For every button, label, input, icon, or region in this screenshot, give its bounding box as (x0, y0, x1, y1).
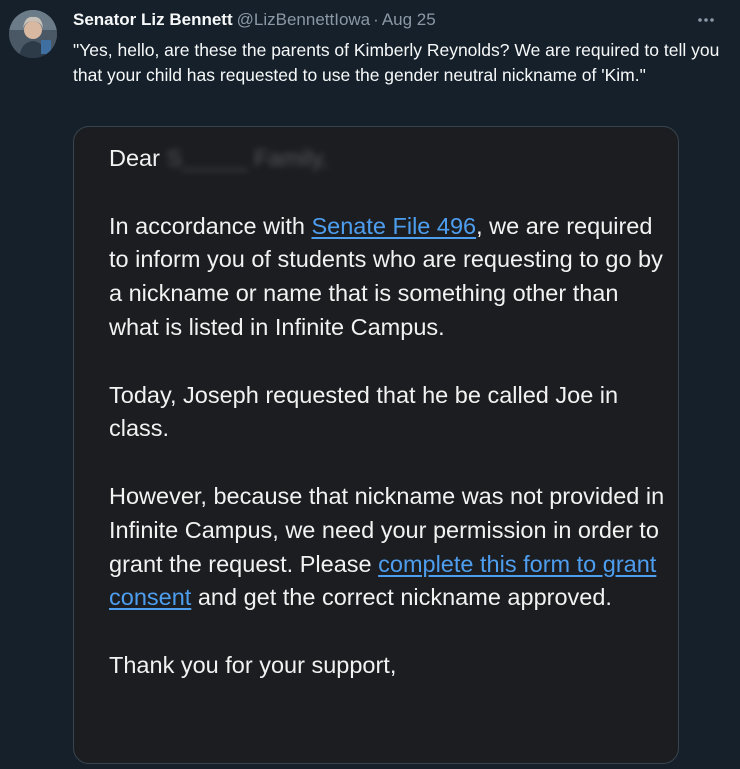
letter-body: Dear S_____ Family, In accordance with S… (109, 142, 669, 717)
more-horizontal-icon[interactable] (694, 8, 718, 32)
tweet-text: "Yes, hello, are these the parents of Ki… (73, 40, 720, 85)
timestamp[interactable]: Aug 25 (382, 10, 436, 29)
letter-paragraph-1: In accordance with Senate File 496, we a… (109, 210, 669, 345)
p1-text-before: In accordance with (109, 212, 312, 239)
separator-dot: · (373, 10, 379, 29)
avatar[interactable] (9, 10, 57, 58)
letter-paragraph-2: Today, Joseph requested that he be calle… (109, 381, 619, 442)
salutation-prefix: Dear (109, 145, 160, 171)
p3-text-after: and get the correct nickname approved. (191, 584, 612, 611)
user-handle[interactable]: @LizBennettIowa (237, 10, 371, 29)
letter-closing: Thank you for your support, (109, 651, 397, 678)
redacted-family-name: S_____ Family, (166, 145, 328, 171)
letter-salutation: Dear S_____ Family, (109, 142, 669, 176)
display-name[interactable]: Senator Liz Bennett (73, 10, 233, 29)
tweet-header: Senator Liz Bennett @LizBennettIowa · Aug 2… (73, 10, 436, 30)
tweet-media-image[interactable]: Dear S_____ Family, In accordance with S… (73, 126, 679, 764)
avatar-photo (9, 10, 57, 58)
letter-paragraph-3: However, because that nickname was not p… (109, 480, 669, 615)
tweet[interactable]: Senator Liz Bennett @LizBennettIowa · Aug 2… (0, 0, 740, 769)
senate-file-link: Senate File 496 (311, 212, 477, 239)
